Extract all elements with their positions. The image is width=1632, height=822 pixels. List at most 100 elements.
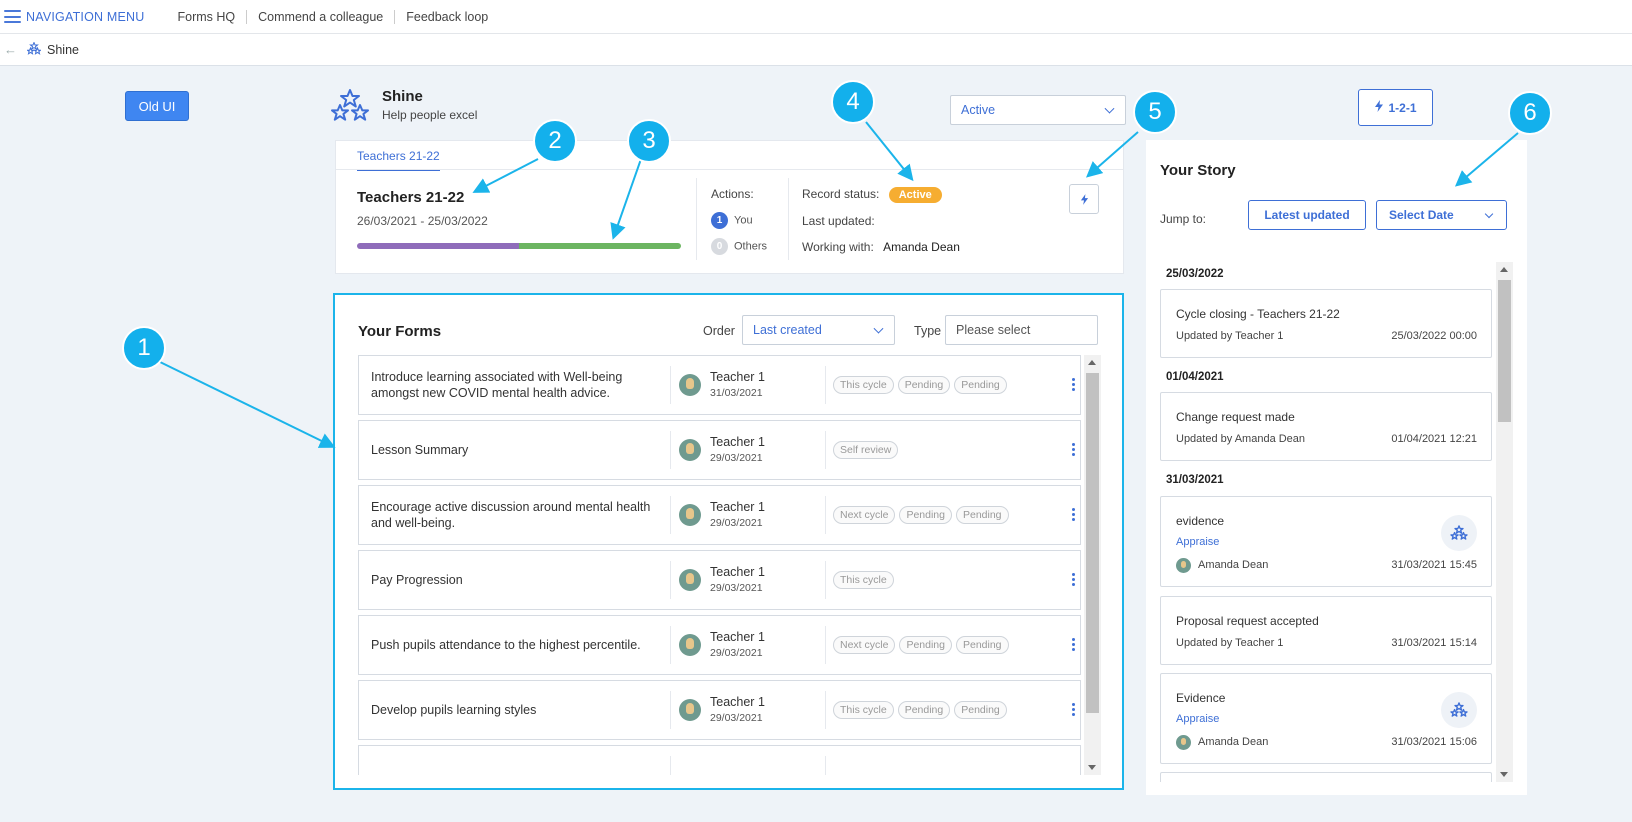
avatar	[1176, 558, 1191, 573]
breadcrumb: ← Shine	[0, 33, 1632, 66]
type-select[interactable]: Please select	[945, 315, 1098, 345]
status-badge: Active	[888, 187, 942, 203]
status-tag: Next cycle	[833, 506, 896, 524]
quick-action-button[interactable]	[1069, 184, 1099, 214]
story-feed: 25/03/2022 Cycle closing - Teachers 21-2…	[1160, 262, 1496, 782]
breadcrumb-current[interactable]: Shine	[47, 43, 79, 57]
form-date: 29/03/2021	[710, 582, 763, 594]
navigation-menu-link[interactable]: NAVIGATION MENU	[26, 10, 145, 24]
forms-title: Your Forms	[358, 323, 442, 340]
chevron-down-icon	[1104, 103, 1115, 114]
feed-date-heading: 25/03/2022	[1166, 268, 1224, 280]
select-date-dropdown[interactable]: Select Date	[1376, 200, 1507, 230]
nav-link-forms-hq[interactable]: Forms HQ	[167, 10, 247, 24]
nav-link-commend-colleague[interactable]: Commend a colleague	[246, 9, 394, 24]
scroll-down-icon[interactable]	[1088, 765, 1096, 770]
you-count-badge: 1	[711, 212, 728, 229]
old-ui-button[interactable]: Old UI	[125, 91, 189, 121]
status-tag: This cycle	[833, 701, 894, 719]
form-date: 29/03/2021	[710, 517, 763, 529]
more-options-icon[interactable]	[1072, 378, 1075, 391]
tab-cycle[interactable]: Teachers 21-22	[357, 149, 440, 171]
actions-you[interactable]: 1 You	[711, 212, 753, 229]
status-tag: Pending	[899, 636, 952, 654]
form-tags: This cycle Pending Pending	[833, 376, 1007, 394]
record-status-label: Record status:	[802, 187, 880, 201]
actions-others[interactable]: 0 Others	[711, 238, 767, 255]
story-card-title: Proposal request accepted	[1176, 614, 1319, 628]
form-tags: Self review	[833, 441, 899, 459]
appraise-link[interactable]: Appraise	[1176, 536, 1219, 548]
cycle-card: Teachers 21-22 Teachers 21-22 26/03/2021…	[335, 140, 1124, 274]
more-options-icon[interactable]	[1072, 703, 1075, 716]
more-options-icon[interactable]	[1072, 638, 1075, 651]
scroll-thumb[interactable]	[1498, 280, 1511, 422]
app-title: Shine	[382, 88, 423, 105]
form-row[interactable]: Develop pupils learning styles Teacher 1…	[358, 680, 1081, 740]
one-to-one-button[interactable]: 1-2-1	[1358, 89, 1433, 126]
divider	[788, 178, 789, 260]
story-card[interactable]: Evidence Appraise Amanda Dean 31/03/2021…	[1160, 673, 1492, 764]
story-scrollbar[interactable]	[1496, 262, 1513, 782]
scroll-up-icon[interactable]	[1500, 267, 1508, 272]
divider	[670, 626, 671, 664]
form-row[interactable]: Push pupils attendance to the highest pe…	[358, 615, 1081, 675]
divider	[670, 496, 671, 534]
back-arrow-icon[interactable]: ←	[4, 42, 17, 57]
app-subtitle: Help people excel	[382, 108, 478, 122]
scroll-up-icon[interactable]	[1088, 360, 1096, 365]
story-card[interactable]	[1160, 772, 1492, 782]
form-row[interactable]: Lesson Summary Teacher 1 29/03/2021 Self…	[358, 420, 1081, 480]
forms-scrollbar[interactable]	[1084, 355, 1101, 775]
story-card[interactable]: evidence Appraise Amanda Dean 31/03/2021…	[1160, 496, 1492, 587]
story-card[interactable]: Proposal request accepted Updated by Tea…	[1160, 596, 1492, 665]
latest-updated-button[interactable]: Latest updated	[1248, 200, 1366, 230]
form-owner: Teacher 1	[710, 630, 765, 644]
scroll-down-icon[interactable]	[1500, 772, 1508, 777]
divider	[670, 561, 671, 599]
story-card[interactable]: Cycle closing - Teachers 21-22 Updated b…	[1160, 289, 1492, 358]
divider	[670, 366, 671, 404]
form-date: 29/03/2021	[710, 647, 763, 659]
cycle-progress-bar	[357, 243, 681, 249]
form-row[interactable]: Encourage active discussion around menta…	[358, 485, 1081, 545]
chevron-down-icon	[873, 323, 884, 334]
avatar	[679, 699, 701, 721]
order-select[interactable]: Last created	[742, 315, 895, 345]
divider	[670, 691, 671, 729]
more-options-icon[interactable]	[1072, 573, 1075, 586]
avatar	[679, 374, 701, 396]
type-label: Type	[914, 324, 942, 338]
story-card-title: Change request made	[1176, 410, 1295, 424]
form-row[interactable]	[358, 745, 1081, 775]
status-tag: This cycle	[833, 376, 894, 394]
type-select-placeholder: Please select	[956, 323, 1031, 337]
more-options-icon[interactable]	[1072, 443, 1075, 456]
progress-segment-complete	[357, 243, 519, 249]
form-owner: Teacher 1	[710, 370, 765, 384]
tab-divider	[336, 169, 1123, 170]
hamburger-icon[interactable]	[4, 10, 21, 23]
more-options-icon[interactable]	[1072, 508, 1075, 521]
chevron-down-icon	[1484, 209, 1494, 219]
appraise-link[interactable]: Appraise	[1176, 713, 1219, 725]
avatar	[679, 634, 701, 656]
working-with-row: Working with: Amanda Dean	[802, 240, 960, 254]
status-tag: This cycle	[833, 571, 894, 589]
divider	[825, 431, 826, 469]
scroll-thumb[interactable]	[1086, 373, 1099, 713]
status-tag: Pending	[955, 636, 1009, 654]
callout-5: 5	[1133, 90, 1177, 134]
nav-link-feedback-loop[interactable]: Feedback loop	[394, 9, 499, 24]
form-date: 31/03/2021	[710, 387, 763, 399]
form-row[interactable]: Pay Progression Teacher 1 29/03/2021 Thi…	[358, 550, 1081, 610]
form-row[interactable]: Introduce learning associated with Well-…	[358, 355, 1081, 415]
story-card-timestamp: 31/03/2021 15:45	[1391, 559, 1477, 571]
avatar	[679, 569, 701, 591]
select-date-label: Select Date	[1389, 208, 1454, 222]
story-card[interactable]: Change request made Updated by Amanda De…	[1160, 392, 1492, 461]
status-select[interactable]: Active	[950, 95, 1126, 125]
divider	[825, 756, 826, 775]
callout-2: 2	[533, 119, 577, 163]
others-label: Others	[734, 240, 768, 253]
